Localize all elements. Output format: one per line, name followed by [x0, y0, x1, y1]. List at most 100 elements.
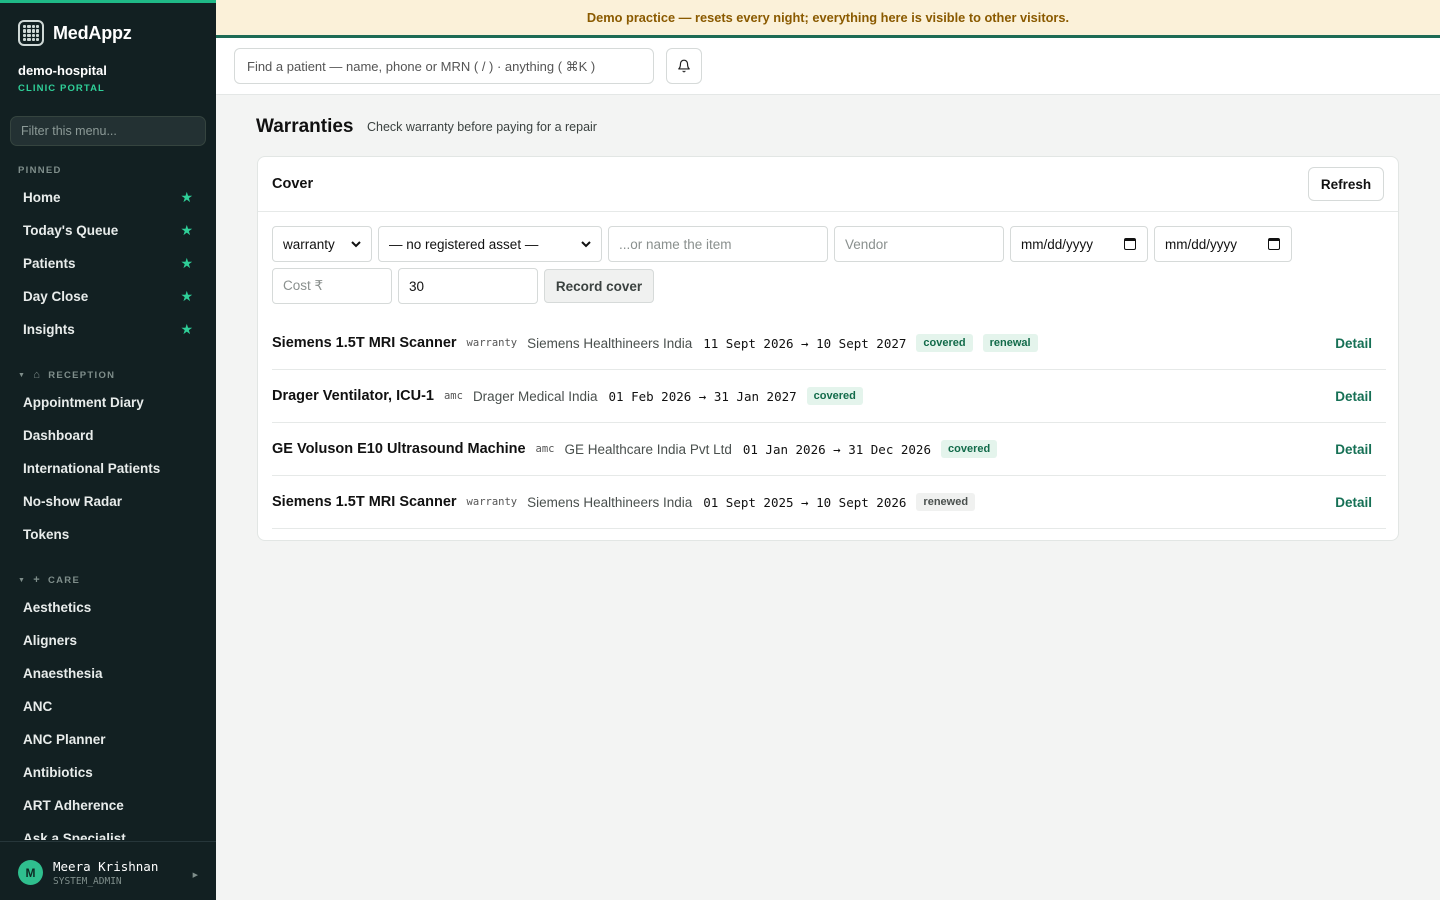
demo-banner-text: Demo practice — resets every night; ever… [586, 10, 1070, 25]
sidebar-item-label: Dashboard [23, 428, 94, 443]
table-row: Drager Ventilator, ICU-1 amc Drager Medi… [272, 370, 1386, 423]
sidebar-item-label: Insights [23, 322, 75, 337]
vendor-input[interactable]: Vendor [834, 226, 1004, 262]
cover-type: warranty [466, 496, 518, 508]
vendor-placeholder: Vendor [845, 236, 888, 252]
chevron-down-icon [351, 241, 361, 248]
cost-input[interactable]: Cost ₹ [272, 268, 392, 304]
sidebar-item-patients[interactable]: Patients ★ [10, 247, 206, 280]
menu-filter-input[interactable] [10, 116, 206, 146]
refresh-button[interactable]: Refresh [1308, 167, 1384, 201]
sidebar-item-dashboard[interactable]: Dashboard [10, 419, 206, 452]
cover-type-select[interactable]: warranty [272, 226, 372, 262]
cover-card: Cover Refresh warranty — no registered a… [257, 156, 1399, 541]
item-name-input[interactable]: ...or name the item [608, 226, 828, 262]
section-care[interactable]: ▼ + CARE [18, 574, 80, 586]
cover-list: Siemens 1.5T MRI Scanner warranty Siemen… [272, 317, 1386, 529]
sidebar-item-anc-planner[interactable]: ANC Planner [10, 723, 206, 756]
top-bar [216, 38, 1440, 95]
caret-down-icon: ▼ [18, 371, 27, 379]
star-icon[interactable]: ★ [180, 321, 193, 338]
asset-select[interactable]: — no registered asset — [378, 226, 602, 262]
cover-type: amc [535, 443, 555, 455]
cover-period: 01 Feb 2026 → 31 Jan 2027 [608, 388, 797, 404]
sidebar-item-anaesthesia[interactable]: Anaesthesia [10, 657, 206, 690]
patient-search-input[interactable] [234, 48, 654, 84]
care-nav: Aesthetics Aligners Anaesthesia ANC ANC … [10, 593, 206, 840]
item-name-placeholder: ...or name the item [619, 236, 732, 252]
page-subtitle: Check warranty before paying for a repai… [367, 120, 597, 134]
section-reception-label: RECEPTION [48, 369, 116, 381]
sidebar-item-ask-a-specialist[interactable]: Ask a Specialist [10, 822, 206, 840]
status-badge: renewed [916, 493, 976, 511]
cover-type: amc [443, 390, 463, 402]
sidebar-item-day-close[interactable]: Day Close ★ [10, 280, 206, 313]
section-reception[interactable]: ▼ ⌂ RECEPTION [18, 369, 115, 381]
record-cover-button[interactable]: Record cover [544, 269, 654, 303]
avatar: M [18, 860, 43, 885]
sidebar-item-anc[interactable]: ANC [10, 690, 206, 723]
status-badge: covered [941, 440, 998, 458]
sidebar-item-label: No-show Radar [23, 494, 123, 509]
sidebar-item-label: ANC [23, 699, 53, 714]
star-icon[interactable]: ★ [180, 222, 193, 239]
star-icon[interactable]: ★ [180, 189, 193, 206]
sidebar-item-label: Antibiotics [23, 765, 93, 780]
bell-icon [678, 59, 690, 73]
caret-down-icon: ▼ [18, 576, 27, 584]
detail-link[interactable]: Detail [1335, 495, 1372, 510]
brand-name: MedAppz [53, 22, 132, 43]
status-badge: covered [806, 387, 863, 405]
detail-link[interactable]: Detail [1335, 389, 1372, 404]
section-pinned: PINNED [18, 165, 62, 176]
sidebar-item-aligners[interactable]: Aligners [10, 624, 206, 657]
item-name: Siemens 1.5T MRI Scanner [272, 494, 457, 510]
sidebar-item-label: Tokens [23, 527, 70, 542]
status-badge: renewal [982, 334, 1038, 352]
sidebar-item-no-show-radar[interactable]: No-show Radar [10, 485, 206, 518]
sidebar-item-aesthetics[interactable]: Aesthetics [10, 593, 206, 624]
cover-period: 01 Jan 2026 → 31 Dec 2026 [742, 441, 931, 457]
start-date-input[interactable]: mm/dd/yyyy [1010, 226, 1148, 262]
reminder-days-input[interactable]: 30 [398, 268, 538, 304]
cover-period: 11 Sept 2026 → 10 Sept 2027 [703, 335, 907, 351]
card-header: Cover Refresh [258, 157, 1398, 212]
sidebar-item-todays-queue[interactable]: Today's Queue ★ [10, 214, 206, 247]
table-row: GE Voluson E10 Ultrasound Machine amc GE… [272, 423, 1386, 476]
reminder-days-value: 30 [409, 278, 425, 294]
brand[interactable]: MedAppz [18, 19, 132, 47]
sidebar-item-home[interactable]: Home ★ [10, 181, 206, 214]
user-name: Meera Krishnan [53, 858, 159, 874]
star-icon[interactable]: ★ [180, 288, 193, 305]
detail-link[interactable]: Detail [1335, 336, 1372, 351]
detail-link[interactable]: Detail [1335, 442, 1372, 457]
sidebar-item-label: ART Adherence [23, 798, 124, 813]
sidebar-item-label: Patients [23, 256, 76, 271]
sidebar-item-appointment-diary[interactable]: Appointment Diary [10, 386, 206, 419]
section-pinned-label: PINNED [18, 165, 62, 176]
sidebar-item-label: International Patients [23, 461, 161, 476]
sidebar-item-insights[interactable]: Insights ★ [10, 313, 206, 346]
user-menu[interactable]: M Meera Krishnan SYSTEM_ADMIN ▶ [0, 841, 216, 900]
chevron-down-icon [581, 241, 591, 248]
star-icon[interactable]: ★ [180, 255, 193, 272]
care-nav-scroll[interactable]: Aesthetics Aligners Anaesthesia ANC ANC … [0, 593, 216, 840]
notifications-button[interactable] [666, 48, 702, 84]
cover-period: 01 Sept 2025 → 10 Sept 2026 [703, 494, 907, 510]
sidebar-item-label: Aesthetics [23, 600, 92, 615]
end-date-input[interactable]: mm/dd/yyyy [1154, 226, 1292, 262]
sidebar-item-tokens[interactable]: Tokens [10, 518, 206, 551]
sidebar-item-label: Anaesthesia [23, 666, 103, 681]
pinned-nav: Home ★ Today's Queue ★ Patients ★ Day Close… [10, 181, 206, 346]
cost-placeholder: Cost ₹ [283, 278, 324, 293]
user-role: SYSTEM_ADMIN [53, 875, 122, 887]
card-title: Cover [272, 176, 314, 192]
calendar-icon[interactable] [1124, 238, 1136, 250]
reception-desk-icon: ⌂ [33, 369, 42, 381]
sidebar-item-art-adherence[interactable]: ART Adherence [10, 789, 206, 822]
page-title: Warranties [256, 116, 354, 137]
sidebar-item-antibiotics[interactable]: Antibiotics [10, 756, 206, 789]
org-name: demo-hospital [18, 63, 107, 78]
sidebar-item-international-patients[interactable]: International Patients [10, 452, 206, 485]
calendar-icon[interactable] [1268, 238, 1280, 250]
